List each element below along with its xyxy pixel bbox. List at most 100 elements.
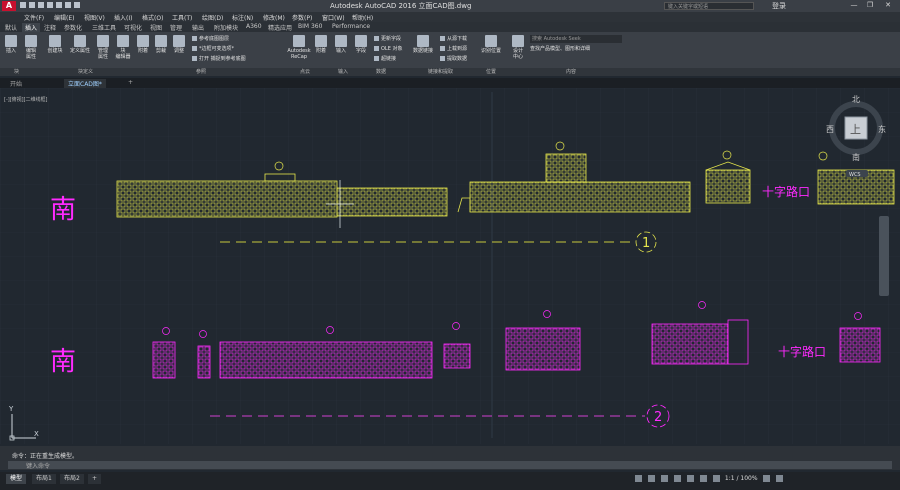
- snap-toggle-icon[interactable]: [648, 475, 655, 482]
- navigation-bar[interactable]: [879, 216, 889, 296]
- clip-button[interactable]: 剪裁: [154, 35, 168, 54]
- panel-title-content[interactable]: 内容: [566, 68, 576, 75]
- print-icon[interactable]: [56, 2, 62, 8]
- grid-toggle-icon[interactable]: [635, 475, 642, 482]
- tab-performance[interactable]: Performance: [332, 23, 370, 30]
- extract-data-button[interactable]: 提取数据: [440, 55, 467, 62]
- underlay-layers-button[interactable]: 参考底图图层: [192, 35, 229, 42]
- snap-underlay-dropdown[interactable]: 打开 捕捉到参考底图: [192, 55, 246, 62]
- set-location-button[interactable]: 识别位置: [478, 35, 504, 54]
- hyperlink-button[interactable]: 超链接: [374, 55, 396, 62]
- ole-object-button[interactable]: OLE 对象: [374, 45, 402, 52]
- panel-title-reference[interactable]: 参照: [196, 68, 206, 75]
- panel-title-data[interactable]: 数据: [376, 68, 386, 75]
- drawing-canvas[interactable]: 南 十字路口 1 南 十字路口 2 上 北 南 东 西 WCS Y X: [0, 88, 900, 444]
- new-icon[interactable]: [20, 2, 26, 8]
- layout-tab-layout1[interactable]: 布局1: [32, 474, 56, 484]
- tab-default[interactable]: 默认: [5, 23, 17, 32]
- edit-attribute-button[interactable]: 编辑 属性: [22, 35, 40, 60]
- menu-view[interactable]: 视图(V): [84, 13, 105, 22]
- viewport-controls[interactable]: [-][俯视][二维线框]: [4, 96, 48, 103]
- update-fields-button[interactable]: 更新字段: [374, 35, 401, 42]
- menu-file[interactable]: 文件(F): [24, 13, 44, 22]
- compass-west[interactable]: 西: [826, 125, 834, 134]
- create-block-button[interactable]: 创建块: [46, 35, 64, 54]
- tab-bim360[interactable]: BIM 360: [298, 23, 322, 30]
- menu-tools[interactable]: 工具(T): [172, 13, 192, 22]
- tab-annotate[interactable]: 注释: [44, 23, 56, 32]
- minimize-button[interactable]: —: [848, 1, 860, 10]
- save-icon[interactable]: [38, 2, 44, 8]
- osnap-toggle-icon[interactable]: [687, 475, 694, 482]
- doc-tab-new[interactable]: +: [124, 79, 137, 86]
- attach-button[interactable]: 附着: [136, 35, 150, 54]
- command-input[interactable]: 键入命令: [8, 461, 892, 470]
- doc-tab-start[interactable]: 开始: [6, 79, 26, 88]
- menu-dimension[interactable]: 标注(N): [232, 13, 253, 22]
- autodesk-recap-button[interactable]: Autodesk ReCap: [284, 35, 314, 60]
- restore-button[interactable]: ❐: [864, 1, 876, 10]
- autocad-logo-icon[interactable]: A: [2, 1, 16, 11]
- tab-parametric[interactable]: 参数化: [64, 23, 82, 32]
- frames-variable-dropdown[interactable]: *边框可变选项*: [192, 45, 234, 52]
- lineweight-toggle-icon[interactable]: [700, 475, 707, 482]
- search-input[interactable]: 键入关键字或短语: [664, 2, 754, 10]
- panel-title-block[interactable]: 块: [14, 68, 19, 75]
- close-button[interactable]: ✕: [882, 1, 894, 10]
- menu-parametric[interactable]: 参数(P): [292, 13, 312, 22]
- redo-icon[interactable]: [74, 2, 80, 8]
- field-button[interactable]: 字段: [354, 35, 368, 54]
- doc-tab-drawing[interactable]: 立面CAD图*: [64, 79, 106, 88]
- insert-button[interactable]: 插入: [4, 35, 18, 54]
- menu-window[interactable]: 窗口(W): [322, 13, 345, 22]
- customize-menu-icon[interactable]: [775, 475, 783, 482]
- annotation-scale[interactable]: 1:1 / 100%: [725, 475, 758, 482]
- workspace-gear-icon[interactable]: [762, 475, 770, 482]
- tab-featured-apps[interactable]: 精选应用: [268, 23, 292, 32]
- layout-tab-model[interactable]: 模型: [6, 474, 27, 484]
- adjust-button[interactable]: 调整: [172, 35, 186, 54]
- compass-south[interactable]: 南: [852, 152, 860, 162]
- panel-title-block-def[interactable]: 块定义: [78, 68, 93, 75]
- upload-to-source-button[interactable]: 上载到源: [440, 45, 467, 52]
- manage-attributes-button[interactable]: 管理 属性: [96, 35, 110, 60]
- menu-format[interactable]: 格式(O): [142, 13, 163, 22]
- menu-insert[interactable]: 插入(I): [114, 13, 132, 22]
- saveas-icon[interactable]: [47, 2, 53, 8]
- layout-tab-add[interactable]: +: [88, 474, 102, 484]
- seek-search-input[interactable]: 搜索 Autodesk Seek: [530, 35, 622, 43]
- define-attribute-button[interactable]: 定义属性: [68, 35, 92, 54]
- menu-help[interactable]: 帮助(H): [352, 13, 373, 22]
- panel-title-location[interactable]: 位置: [486, 68, 496, 75]
- compass-north[interactable]: 北: [852, 95, 860, 104]
- ortho-toggle-icon[interactable]: [661, 475, 668, 482]
- layout-tab-layout2[interactable]: 布局2: [60, 474, 84, 484]
- menu-modify[interactable]: 修改(M): [263, 13, 285, 22]
- tab-visualize[interactable]: 可视化: [124, 23, 142, 32]
- panel-title-link-extract[interactable]: 链接和提取: [428, 68, 453, 75]
- compass-east[interactable]: 东: [878, 124, 886, 134]
- open-icon[interactable]: [29, 2, 35, 8]
- panel-title-import[interactable]: 输入: [338, 68, 348, 75]
- menu-draw[interactable]: 绘图(D): [202, 13, 223, 22]
- attach-pointcloud-button[interactable]: 附着: [314, 35, 328, 54]
- import-button[interactable]: 输入: [334, 35, 348, 54]
- tab-a360[interactable]: A360: [246, 23, 262, 30]
- tab-3d-tools[interactable]: 三维工具: [92, 23, 116, 32]
- panel-title-pointcloud[interactable]: 点云: [300, 68, 310, 75]
- menu-edit[interactable]: 编辑(E): [54, 13, 74, 22]
- design-center-button[interactable]: 设计 中心: [510, 35, 526, 60]
- hyperlink-icon: [374, 56, 379, 61]
- tab-view[interactable]: 视图: [150, 23, 162, 32]
- undo-icon[interactable]: [65, 2, 71, 8]
- download-from-source-button[interactable]: 从源下载: [440, 35, 467, 42]
- data-link-button[interactable]: 数据链接: [410, 35, 436, 54]
- user-login[interactable]: 登录: [772, 1, 786, 11]
- tab-manage[interactable]: 管理: [170, 23, 182, 32]
- annotation-icon[interactable]: [713, 475, 720, 482]
- tab-insert[interactable]: 插入: [22, 23, 41, 32]
- block-editor-button[interactable]: 块 编辑器: [114, 35, 132, 60]
- tab-output[interactable]: 输出: [192, 23, 204, 32]
- polar-toggle-icon[interactable]: [674, 475, 681, 482]
- tab-addins[interactable]: 附加模块: [214, 23, 238, 32]
